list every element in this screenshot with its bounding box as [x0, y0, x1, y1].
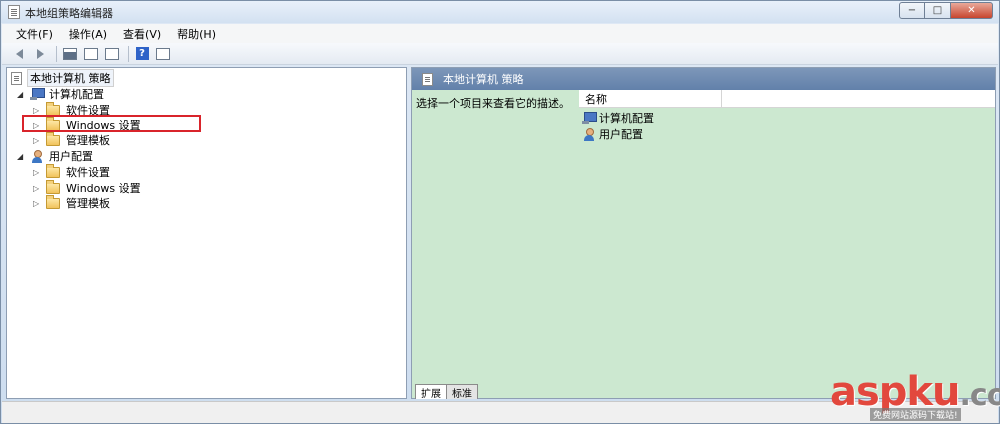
minimize-button[interactable]: −	[899, 2, 925, 19]
title-bar[interactable]: 本地组策略编辑器 − □ ✕	[1, 1, 999, 23]
app-window: 本地组策略编辑器 − □ ✕ 文件(F) 操作(A) 查看(V) 帮助(H) ?…	[0, 0, 1000, 424]
collapse-arrow-icon[interactable]: ▷	[33, 168, 41, 177]
collapse-arrow-icon[interactable]: ▷	[33, 106, 41, 115]
forward-button[interactable]	[31, 45, 49, 63]
tree-node-user-config[interactable]: ◢ 用户配置	[17, 148, 93, 164]
menu-help[interactable]: 帮助(H)	[169, 26, 224, 42]
watermark-suffix: .com	[959, 378, 1000, 413]
window-controls: − □ ✕	[899, 2, 993, 19]
policy-document-icon	[422, 72, 433, 86]
tree-pane: 本地计算机 策略 ◢ 计算机配置 ▷ 软件设置 ▷ Windows 设置 ▷ 管…	[6, 67, 407, 399]
toolbar-separator	[128, 45, 129, 62]
tree-node-label: Windows 设置	[66, 182, 141, 195]
description-text: 选择一个项目来查看它的描述。	[416, 97, 570, 110]
export-list-button[interactable]	[103, 45, 121, 63]
back-button[interactable]	[10, 45, 28, 63]
maximize-button[interactable]: □	[925, 2, 951, 19]
menu-view[interactable]: 查看(V)	[115, 26, 169, 42]
watermark: aspku.com 免费网站源码下载站!	[830, 372, 1000, 422]
expand-arrow-icon[interactable]: ◢	[17, 90, 25, 99]
help-button[interactable]: ?	[133, 45, 151, 63]
menu-action[interactable]: 操作(A)	[61, 26, 115, 42]
expand-arrow-icon[interactable]: ◢	[17, 152, 25, 161]
collapse-arrow-icon[interactable]: ▷	[33, 136, 41, 145]
menu-file[interactable]: 文件(F)	[8, 26, 61, 42]
user-icon	[30, 149, 44, 163]
highlight-annotation	[22, 115, 201, 132]
folder-icon	[46, 194, 60, 209]
user-icon	[582, 127, 596, 141]
toolbar: ?	[2, 43, 998, 65]
details-header: 本地计算机 策略	[412, 68, 995, 90]
menu-bar: 文件(F) 操作(A) 查看(V) 帮助(H)	[2, 24, 998, 43]
forward-arrow-icon	[36, 48, 44, 59]
tab-extended[interactable]: 扩展	[415, 384, 447, 400]
column-header-name[interactable]: 名称	[579, 90, 722, 107]
export-list-icon	[105, 47, 119, 60]
list-item-label: 计算机配置	[599, 112, 654, 125]
collapse-arrow-icon[interactable]: ▷	[33, 184, 41, 193]
help-icon: ?	[135, 47, 149, 60]
tree-node-computer-config[interactable]: ◢ 计算机配置	[17, 86, 104, 102]
folder-icon	[46, 179, 60, 194]
list-item-label: 用户配置	[599, 128, 643, 141]
properties-icon	[84, 47, 98, 60]
details-pane: 本地计算机 策略 选择一个项目来查看它的描述。 名称 计算机配置 用户配置 扩展…	[411, 67, 996, 400]
show-hide-tree-button[interactable]	[61, 45, 79, 63]
view-icon	[156, 47, 170, 60]
list-column-header: 名称	[579, 90, 995, 108]
computer-icon	[30, 88, 45, 100]
window-title: 本地组策略编辑器	[25, 7, 113, 20]
tree-node-label: 管理模板	[66, 134, 110, 147]
collapse-arrow-icon[interactable]: ▷	[33, 199, 41, 208]
main-content: 本地计算机 策略 ◢ 计算机配置 ▷ 软件设置 ▷ Windows 设置 ▷ 管…	[6, 67, 996, 400]
watermark-subtitle: 免费网站源码下载站!	[870, 408, 961, 421]
policy-document-icon	[11, 71, 22, 85]
tree-root-label: 本地计算机 策略	[27, 69, 114, 87]
folder-icon	[46, 131, 60, 146]
show-hide-tree-icon	[63, 47, 77, 60]
tree-node-user-software-settings[interactable]: ▷ 软件设置	[33, 163, 110, 180]
back-arrow-icon	[15, 48, 23, 59]
tree-root[interactable]: 本地计算机 策略	[11, 69, 114, 87]
properties-button[interactable]	[82, 45, 100, 63]
tree-node-label: 管理模板	[66, 197, 110, 210]
computer-icon	[582, 112, 597, 124]
tree-node-user-admin-templates[interactable]: ▷ 管理模板	[33, 194, 110, 211]
tree-node-label: 用户配置	[49, 150, 93, 163]
folder-icon	[46, 163, 60, 178]
toolbar-separator	[56, 45, 57, 62]
details-header-title: 本地计算机 策略	[443, 73, 524, 86]
tree-node-label: 计算机配置	[49, 88, 104, 101]
tree-node-label: 软件设置	[66, 166, 110, 179]
list-item-computer-config[interactable]: 计算机配置	[582, 110, 654, 126]
view-button[interactable]	[154, 45, 172, 63]
list-item-user-config[interactable]: 用户配置	[582, 126, 643, 142]
folder-icon	[46, 101, 60, 116]
tree-node-admin-templates[interactable]: ▷ 管理模板	[33, 131, 110, 148]
view-tabs: 扩展 标准	[415, 383, 478, 400]
policy-editor-icon	[8, 5, 20, 19]
tab-standard[interactable]: 标准	[446, 384, 478, 400]
close-button[interactable]: ✕	[951, 2, 993, 19]
